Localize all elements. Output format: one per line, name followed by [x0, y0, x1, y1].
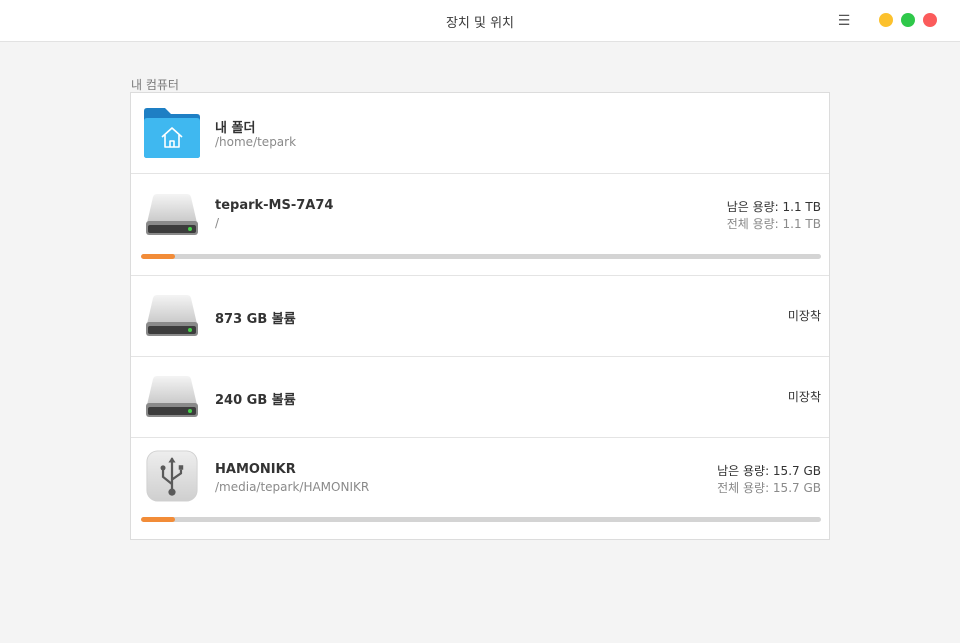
total-space: 전체 용량: 15.7 GB [717, 481, 821, 495]
usage-bar [141, 517, 821, 522]
free-space: 남은 용량: 15.7 GB [717, 464, 821, 478]
usage-bar-fill [141, 517, 175, 522]
home-folder-icon [144, 108, 200, 158]
item-path: / [215, 216, 220, 230]
hard-drive-icon [146, 295, 198, 336]
free-space: 남은 용량: 1.1 TB [726, 200, 821, 214]
hamburger-menu-icon[interactable]: ☰ [836, 12, 852, 30]
list-item-drive[interactable]: 240 GB 볼륨 미장착 [131, 357, 829, 438]
device-list: 내 폴더 /home/tepark tepark-MS-7A74 / 남은 용량… [130, 92, 830, 540]
mount-status: 미장착 [787, 390, 821, 404]
item-name: HAMONIKR [215, 462, 296, 477]
close-button[interactable] [923, 13, 937, 27]
usb-icon [146, 450, 198, 502]
list-item-drive[interactable]: tepark-MS-7A74 / 남은 용량: 1.1 TB 전체 용량: 1.… [131, 174, 829, 276]
hard-drive-icon [146, 194, 198, 235]
section-label: 내 컴퓨터 [131, 78, 179, 92]
window-title: 장치 및 위치 [445, 16, 515, 31]
title-bar: 장치 및 위치 ☰ [0, 0, 960, 42]
item-name: 240 GB 볼륨 [215, 393, 296, 408]
list-item-home-folder[interactable]: 내 폴더 /home/tepark [131, 93, 829, 174]
mount-status: 미장착 [787, 309, 821, 323]
item-path: /media/tepark/HAMONIKR [215, 480, 370, 494]
list-item-drive[interactable]: 873 GB 볼륨 미장착 [131, 276, 829, 357]
item-name: 내 폴더 [215, 121, 256, 136]
total-space: 전체 용량: 1.1 TB [726, 217, 821, 231]
minimize-button[interactable] [879, 13, 893, 27]
item-path: /home/tepark [215, 135, 297, 149]
maximize-button[interactable] [901, 13, 915, 27]
usage-bar [141, 254, 821, 259]
list-item-usb[interactable]: HAMONIKR /media/tepark/HAMONIKR 남은 용량: 1… [131, 438, 829, 539]
hard-drive-icon [146, 376, 198, 417]
item-name: tepark-MS-7A74 [215, 198, 334, 213]
item-name: 873 GB 볼륨 [215, 312, 296, 327]
usage-bar-fill [141, 254, 175, 259]
